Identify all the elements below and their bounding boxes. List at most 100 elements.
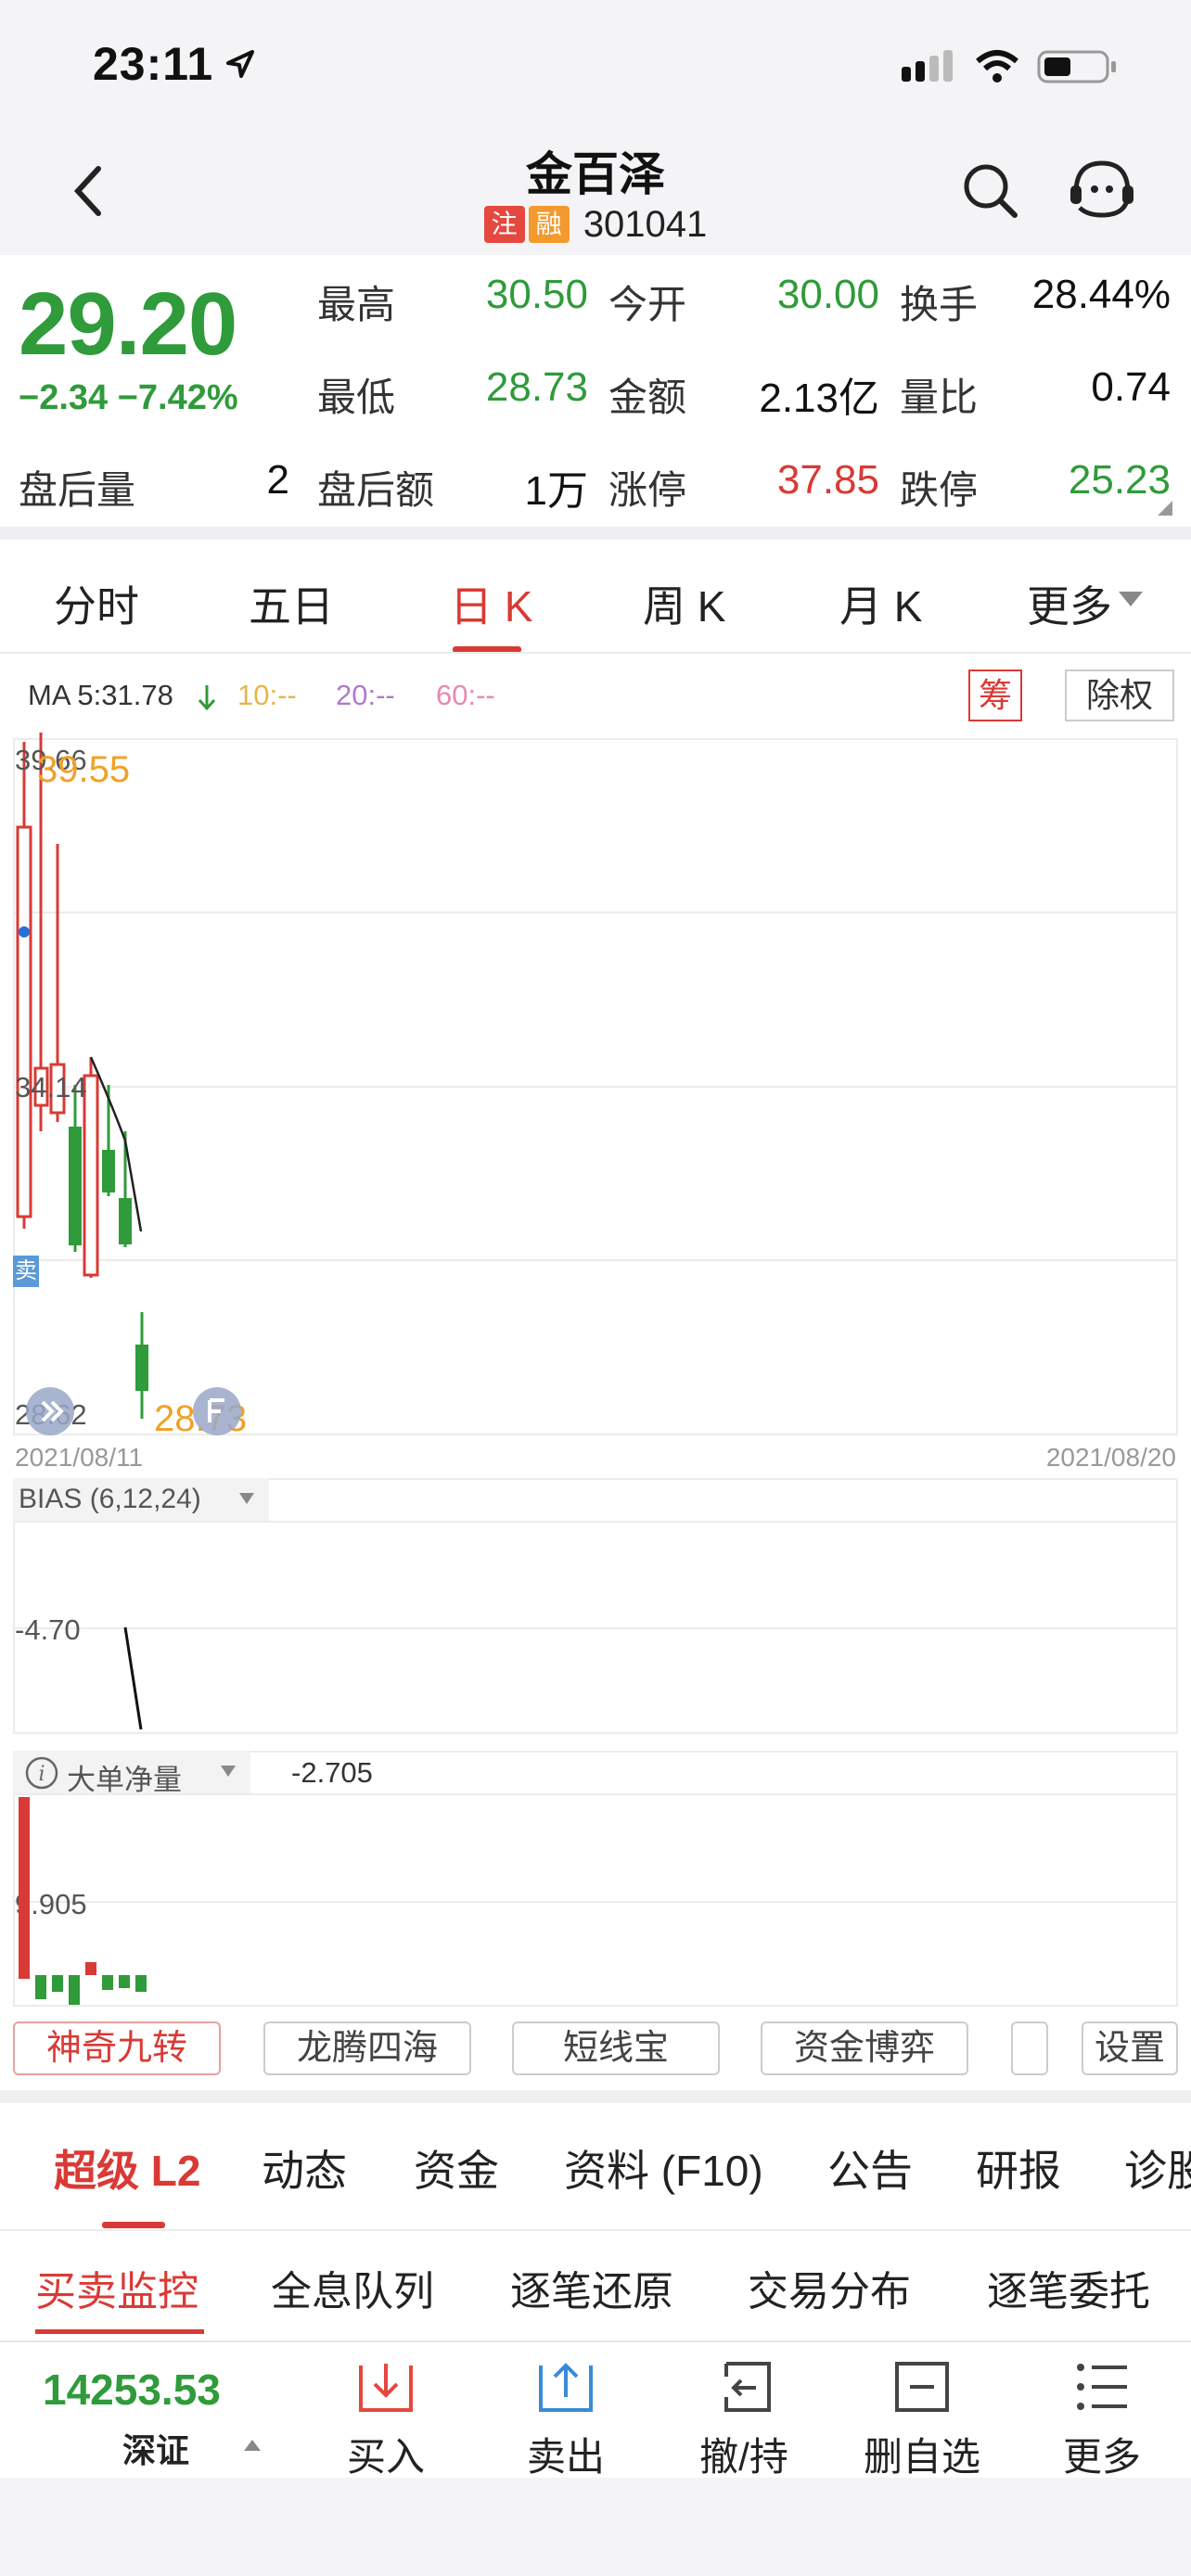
subtab-distribution[interactable]: 交易分布 — [748, 2258, 911, 2317]
last-price: 29.20 — [19, 274, 237, 374]
sell-button[interactable]: 卖出 — [501, 2360, 631, 2482]
date-end: 2021/08/20 — [1045, 1443, 1176, 1472]
fullscreen-icon[interactable] — [191, 1385, 243, 1437]
divider — [0, 2090, 1191, 2103]
dropdown-arrow-icon — [221, 1766, 236, 1777]
tab-indicator — [102, 2222, 165, 2228]
divider — [0, 652, 1191, 654]
subtab-tick-restore[interactable]: 逐笔还原 — [510, 2258, 673, 2317]
price-change: −2.34 −7.42% — [19, 378, 238, 417]
tab-more[interactable]: 更多 — [1027, 573, 1112, 634]
home-indicator-area — [0, 2478, 1191, 2576]
cancel-hold-button[interactable]: 撤/持 — [679, 2360, 809, 2482]
tab-dynamic[interactable]: 动态 — [262, 2137, 347, 2199]
gridline — [13, 1793, 1178, 1795]
battery-icon — [1037, 50, 1116, 83]
y-axis-mid: 34.14 — [15, 1071, 87, 1103]
collapse-left-icon[interactable] — [24, 1385, 76, 1437]
tab-daily-k[interactable]: 日 K — [450, 573, 532, 634]
status-time: 23:11 — [93, 38, 214, 90]
dropdown-arrow-icon — [239, 1493, 254, 1504]
remove-icon — [895, 2362, 949, 2412]
buy-label: 买入 — [346, 2435, 425, 2479]
tab-research[interactable]: 研报 — [976, 2137, 1061, 2199]
chip-button[interactable]: 筹 — [968, 670, 1022, 721]
tool-zijin[interactable]: 资金博弈 — [761, 2021, 968, 2075]
sell-signal-tag[interactable]: 卖 — [13, 1256, 39, 1287]
signal-icon — [902, 50, 953, 82]
date-start: 2021/08/11 — [15, 1443, 144, 1472]
stat-value: 25.23 — [1068, 457, 1171, 503]
stat-value: 37.85 — [776, 457, 879, 503]
stat-value: 1万 — [524, 468, 588, 514]
stat-value: 30.00 — [776, 272, 879, 317]
stat-value: 28.44% — [1031, 272, 1171, 317]
exright-button[interactable]: 除权 — [1065, 670, 1174, 721]
tab-monthly-k[interactable]: 月 K — [839, 573, 922, 634]
tool-longteng[interactable]: 龙腾四海 — [263, 2021, 471, 2075]
remove-label: 删自选 — [863, 2435, 980, 2479]
high-marker: 39.55 — [37, 749, 131, 790]
tool-duanxian[interactable]: 短线宝 — [512, 2021, 720, 2075]
register-tag: 注 — [483, 206, 525, 244]
bias-label: BIAS (6,12,24) — [19, 1484, 201, 1514]
tab-intraday[interactable]: 分时 — [54, 573, 139, 634]
index-value[interactable]: 14253.53 — [43, 2365, 221, 2415]
index-name[interactable]: 深证 — [122, 2424, 189, 2472]
margin-tag: 融 — [528, 206, 570, 244]
more-label: 更多 — [1062, 2435, 1141, 2479]
subtab-trade-monitor[interactable]: 买卖监控 — [35, 2258, 198, 2317]
cancel-icon — [724, 2362, 771, 2412]
tab-diagnosis[interactable]: 诊股 — [1124, 2137, 1191, 2199]
tool-settings[interactable]: 设置 — [1082, 2021, 1178, 2075]
stat-value: 2 — [266, 457, 289, 503]
bias-line — [123, 1626, 143, 1730]
flow-bars — [19, 1797, 147, 2005]
tab-super-l2[interactable]: 超级 L2 — [54, 2137, 200, 2199]
divider — [0, 527, 1191, 540]
stock-code: 301041 — [583, 203, 708, 245]
divider — [0, 2340, 1191, 2342]
stat-value: 0.74 — [1091, 364, 1171, 410]
tool-more[interactable] — [1011, 2021, 1048, 2075]
tab-f10[interactable]: 资料 (F10) — [564, 2137, 763, 2199]
svg-text:i: i — [38, 1763, 45, 1786]
gridline — [13, 1901, 1178, 1903]
tab-five-day[interactable]: 五日 — [249, 573, 334, 634]
sell-label: 卖出 — [526, 2435, 605, 2479]
info-icon[interactable]: i — [24, 1755, 59, 1791]
stat-value: 2.13亿 — [759, 376, 879, 421]
remove-watchlist-button[interactable]: 删自选 — [857, 2360, 987, 2482]
tab-weekly-k[interactable]: 周 K — [643, 573, 725, 634]
tab-announcement[interactable]: 公告 — [827, 2137, 913, 2199]
subtab-orders[interactable]: 逐笔委托 — [987, 2258, 1150, 2317]
customer-service-icon[interactable] — [1067, 158, 1137, 224]
ma10-label: 10:-- — [237, 679, 297, 711]
location-arrow-icon — [226, 50, 254, 78]
divider — [0, 2229, 1191, 2231]
more-button[interactable]: 更多 — [1037, 2360, 1167, 2482]
wifi-icon — [976, 50, 1018, 83]
up-caret-icon — [244, 2440, 261, 2451]
gridline — [13, 1627, 1178, 1629]
gridline — [13, 1521, 1178, 1523]
sell-icon — [539, 2363, 593, 2412]
stat-value: 30.50 — [485, 272, 588, 317]
buy-button[interactable]: 买入 — [321, 2360, 451, 2482]
dropdown-arrow-icon — [1119, 592, 1143, 606]
down-arrow-icon — [198, 685, 216, 711]
tool-shenqi[interactable]: 神奇九转 — [13, 2021, 221, 2075]
menu-icon — [1077, 2364, 1127, 2410]
subtab-queue[interactable]: 全息队列 — [271, 2258, 434, 2317]
subtab-indicator — [35, 2329, 204, 2334]
bias-value: -4.70 — [15, 1613, 81, 1646]
ma5-label: MA 5:31.78 — [28, 679, 173, 711]
ma20-label: 20:-- — [336, 679, 395, 711]
buy-icon — [359, 2364, 413, 2412]
tab-funds[interactable]: 资金 — [414, 2137, 499, 2199]
flow-value: -2.705 — [291, 1756, 373, 1789]
stat-value: 28.73 — [485, 364, 588, 410]
search-icon[interactable] — [961, 161, 1020, 221]
expand-corner-icon[interactable] — [1158, 501, 1172, 516]
ma60-label: 60:-- — [436, 679, 495, 711]
